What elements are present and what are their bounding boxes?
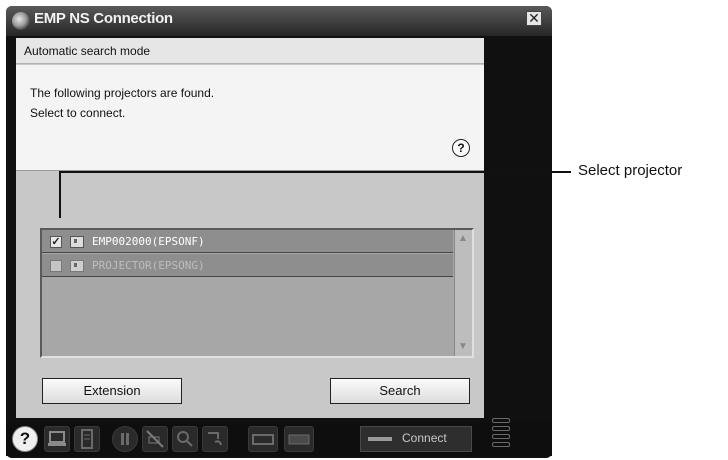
toolbar-help-icon[interactable]: ? xyxy=(12,426,38,452)
projector-1-checkbox[interactable]: ✓ xyxy=(50,236,62,248)
help-icon[interactable]: ? xyxy=(452,139,470,157)
document-icon[interactable] xyxy=(74,426,100,452)
projector-2-name: PROJECTOR(EPSONG) xyxy=(92,259,205,272)
source-icon[interactable] xyxy=(202,426,228,452)
video-icon[interactable] xyxy=(248,426,278,452)
search-button[interactable]: Search xyxy=(330,378,470,404)
pause-icon[interactable] xyxy=(112,426,138,452)
callout-line xyxy=(59,171,571,173)
mode-label: Automatic search mode xyxy=(24,44,151,58)
projector-2-checkbox[interactable] xyxy=(50,260,62,272)
scroll-up-arrow-icon[interactable]: ▲ xyxy=(455,232,471,246)
message-line-2: Select to connect. xyxy=(30,106,126,120)
callout-label: Select projector xyxy=(578,162,683,179)
message-line-1: The following projectors are found. xyxy=(30,86,215,100)
list-scrollbar[interactable] xyxy=(454,230,472,356)
mute-icon[interactable] xyxy=(142,426,168,452)
display-icon[interactable] xyxy=(44,426,70,452)
keyboard-icon[interactable] xyxy=(284,426,314,452)
scroll-down-arrow-icon[interactable]: ▼ xyxy=(455,340,471,354)
plug-icon xyxy=(368,437,392,441)
close-button[interactable]: ✕ xyxy=(526,11,542,26)
extension-button[interactable]: Extension xyxy=(42,378,182,404)
connect-label: Connect xyxy=(402,431,447,445)
callout-line xyxy=(59,172,61,218)
app-logo-icon xyxy=(12,12,30,30)
zoom-icon[interactable] xyxy=(172,426,198,452)
projector-icon xyxy=(70,260,84,272)
window-title: EMP NS Connection xyxy=(34,10,173,27)
projector-icon xyxy=(70,236,84,248)
resize-grip-icon[interactable] xyxy=(492,418,512,448)
projector-1-name: EMP002000(EPSONF) xyxy=(92,235,205,248)
